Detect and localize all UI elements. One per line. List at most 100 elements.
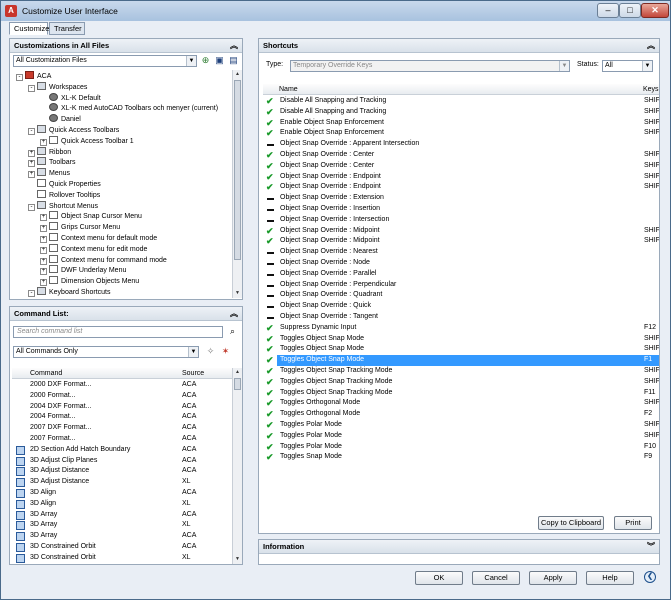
shortcut-row[interactable]: Object Snap Override : Center SHIF — [277, 150, 659, 161]
shortcut-row[interactable]: Toggles Object Snap Tracking Mode SHIF — [277, 377, 659, 388]
column-keys[interactable]: Keys — [643, 84, 659, 95]
expand-node-icon[interactable]: + — [40, 279, 47, 287]
shortcut-row[interactable]: Toggles Orthogonal Mode F2 — [277, 409, 659, 420]
command-row[interactable]: 2000 Format... ACA — [12, 391, 232, 402]
tree-node[interactable]: + Object Snap Cursor Menu — [40, 211, 142, 222]
tree-node[interactable]: + Toolbars — [28, 157, 75, 168]
shortcut-row[interactable]: Object Snap Override : Tangent — [277, 312, 659, 323]
column-name[interactable]: Name — [279, 84, 298, 95]
shortcut-row[interactable]: Toggles Polar Mode F10 — [277, 442, 659, 453]
shortcut-row[interactable]: Object Snap Override : Center SHIF — [277, 161, 659, 172]
expand-node-icon[interactable]: + — [40, 225, 47, 233]
shortcut-row[interactable]: Object Snap Override : Midpoint SHIF — [277, 226, 659, 237]
tree-node[interactable]: + Ribbon — [28, 146, 71, 157]
shortcut-row[interactable]: Toggles Polar Mode SHIF — [277, 420, 659, 431]
tree-node[interactable]: - ACA — [16, 71, 51, 81]
expand-node-icon[interactable]: + — [40, 214, 47, 222]
collapse-node-icon[interactable]: - — [28, 128, 35, 135]
command-row[interactable]: 3D Align XL — [12, 499, 232, 510]
shortcut-status-select[interactable]: All ▼ — [602, 60, 653, 72]
tree-node[interactable]: + Menus — [28, 168, 70, 179]
tab-customize[interactable]: Customize — [9, 22, 49, 35]
shortcut-row[interactable]: Object Snap Override : Endpoint SHIF — [277, 182, 659, 193]
shortcut-row[interactable]: Toggles Object Snap Mode SHIF — [277, 344, 659, 355]
expand-chevron-icon[interactable]: ︾ — [647, 540, 655, 553]
collapse-chevron-icon[interactable]: ︽ — [230, 307, 238, 320]
tree-node[interactable]: - Quick Access Toolbars — [28, 125, 119, 135]
shortcuts-header[interactable]: Shortcuts ︽ — [259, 39, 659, 53]
maximize-button[interactable]: □ — [619, 3, 641, 18]
shortcut-row[interactable]: Toggles Object Snap Mode F1 — [277, 355, 659, 366]
shortcut-row[interactable]: Object Snap Override : Intersection — [277, 215, 659, 226]
command-row[interactable]: 3D Array ACA — [12, 531, 232, 542]
tree-node[interactable]: Rollover Tooltips — [28, 189, 100, 200]
shortcut-row[interactable]: Object Snap Override : Endpoint SHIF — [277, 172, 659, 183]
tree-node[interactable]: - Keyboard Shortcuts — [28, 287, 110, 297]
tree-scroll-thumb[interactable] — [234, 80, 241, 260]
tree-node[interactable]: XL-K Default — [40, 92, 101, 103]
expand-node-icon[interactable]: + — [28, 149, 35, 157]
command-row[interactable]: 2007 Format... ACA — [12, 434, 232, 445]
shortcut-row[interactable]: Toggles Orthogonal Mode SHIF — [277, 398, 659, 409]
collapse-arrow-icon[interactable]: ❮ — [644, 571, 656, 583]
copy-to-clipboard-button[interactable]: Copy to Clipboard — [538, 516, 604, 530]
command-row[interactable]: 3D Constrained Orbit XL — [12, 553, 232, 564]
expand-node-icon[interactable]: + — [40, 257, 47, 265]
shortcut-row[interactable]: Disable All Snapping and Tracking SHIF — [277, 96, 659, 107]
tree-node[interactable]: Quick Properties — [28, 179, 101, 189]
star-filter-icon[interactable]: ✧ — [205, 346, 216, 357]
command-row[interactable]: 3D Adjust Distance XL — [12, 477, 232, 488]
command-search-input[interactable]: Search command list — [13, 326, 223, 338]
display-filter-icon[interactable]: ▤ — [228, 55, 239, 66]
new-command-icon[interactable]: ✶ — [220, 346, 231, 357]
scroll-up-icon[interactable]: ▲ — [233, 70, 242, 79]
tree-node[interactable]: + Quick Access Toolbar 1 — [40, 135, 134, 146]
search-icon[interactable]: ⌕ — [227, 326, 238, 337]
shortcut-row[interactable]: Toggles Object Snap Tracking Mode SHIF — [277, 366, 659, 377]
shortcut-row[interactable]: Object Snap Override : Parallel — [277, 269, 659, 280]
collapse-node-icon[interactable]: - — [28, 84, 35, 92]
print-button[interactable]: Print — [614, 516, 652, 530]
shortcut-row[interactable]: Enable Object Snap Enforcement SHIF — [277, 128, 659, 139]
shortcut-row[interactable]: Object Snap Override : Extension — [277, 193, 659, 204]
expand-node-icon[interactable]: + — [40, 268, 47, 276]
open-file-icon[interactable]: ⊕ — [200, 55, 211, 66]
scroll-up-icon[interactable]: ▲ — [233, 368, 242, 377]
command-row[interactable]: 2D Section Add Hatch Boundary ACA — [12, 445, 232, 456]
expand-node-icon[interactable]: + — [28, 171, 35, 179]
tree-node[interactable]: + Dimension Objects Menu — [40, 276, 139, 287]
expand-node-icon[interactable]: + — [40, 138, 47, 146]
command-row[interactable]: 3D Adjust Distance ACA — [12, 466, 232, 477]
collapse-node-icon[interactable]: - — [16, 74, 23, 81]
shortcut-row[interactable]: Object Snap Override : Midpoint SHIF — [277, 236, 659, 247]
command-row[interactable]: 2000 DXF Format... ACA — [12, 380, 232, 391]
expand-node-icon[interactable]: + — [28, 160, 35, 168]
shortcut-row[interactable]: Object Snap Override : Perpendicular — [277, 280, 659, 291]
command-row[interactable]: 2004 Format... ACA — [12, 412, 232, 423]
save-icon[interactable]: ▣ — [214, 55, 225, 66]
command-scroll-thumb[interactable] — [234, 378, 241, 390]
apply-button[interactable]: Apply — [529, 571, 577, 585]
title-bar[interactable]: A Customize User Interface – □ ✕ — [1, 1, 670, 21]
shortcut-row[interactable]: Object Snap Override : Nearest — [277, 247, 659, 258]
tree-node[interactable]: + DWF Underlay Menu — [40, 265, 126, 276]
shortcut-row[interactable]: Toggles Object Snap Mode SHIF — [277, 334, 659, 345]
scroll-down-icon[interactable]: ▼ — [233, 555, 242, 564]
command-list-scrollbar[interactable]: ▲ ▼ — [232, 368, 242, 564]
tree-node[interactable]: + Context menu for default mode — [40, 233, 157, 243]
tree-node[interactable]: - Shortcut Menus — [28, 200, 98, 211]
close-button[interactable]: ✕ — [641, 3, 669, 18]
expand-node-icon[interactable]: + — [40, 236, 47, 243]
command-row[interactable]: 3D Adjust Clip Planes ACA — [12, 456, 232, 467]
column-source[interactable]: Source — [182, 368, 204, 379]
tree-node[interactable]: Daniel — [40, 114, 81, 124]
collapse-node-icon[interactable]: - — [28, 290, 35, 297]
cancel-button[interactable]: Cancel — [472, 571, 520, 585]
command-row[interactable]: 3D Constrained Orbit ACA — [12, 542, 232, 553]
collapse-node-icon[interactable]: - — [28, 203, 35, 211]
shortcut-row[interactable]: Enable Object Snap Enforcement SHIF — [277, 118, 659, 129]
ok-button[interactable]: OK — [415, 571, 463, 585]
minimize-button[interactable]: – — [597, 3, 619, 18]
collapse-chevron-icon[interactable]: ︽ — [230, 39, 238, 52]
tree-node[interactable]: + Context menu for command mode — [40, 254, 167, 265]
